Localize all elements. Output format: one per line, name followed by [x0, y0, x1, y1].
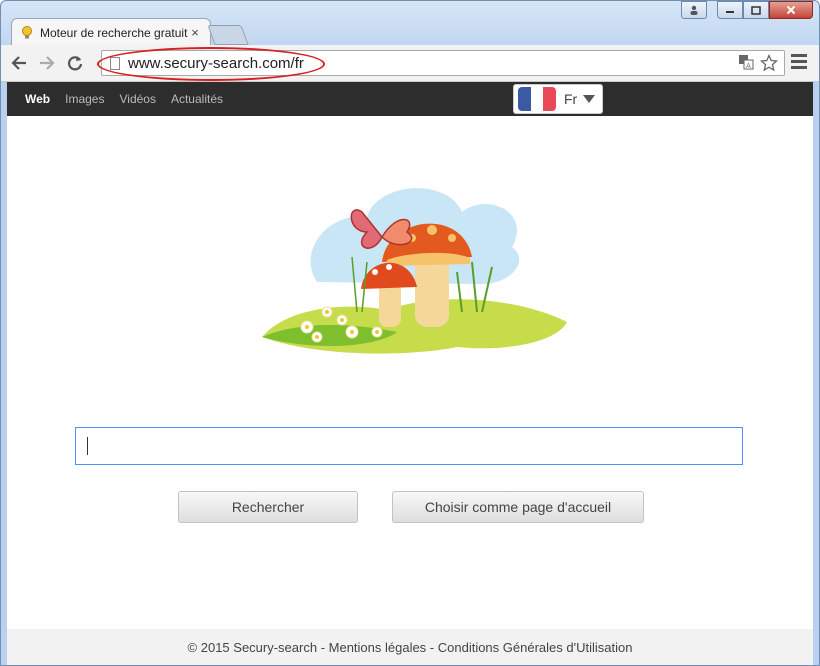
nav-link-web[interactable]: Web — [25, 92, 50, 106]
text-cursor — [87, 437, 88, 455]
maximize-button[interactable] — [743, 1, 769, 19]
page-icon — [110, 57, 120, 70]
search-input[interactable] — [75, 427, 743, 465]
lightbulb-icon — [20, 25, 34, 40]
search-field[interactable] — [76, 428, 742, 464]
window-close-button[interactable] — [769, 1, 813, 19]
bookmark-star-icon[interactable] — [759, 53, 779, 76]
french-flag-icon — [518, 87, 556, 111]
nav-link-videos[interactable]: Vidéos — [119, 92, 155, 106]
forward-arrow-icon[interactable] — [37, 53, 57, 73]
reload-icon[interactable] — [65, 53, 85, 73]
url-text[interactable]: www.secury-search.com/fr — [128, 55, 304, 72]
nav-link-news[interactable]: Actualités — [171, 92, 223, 106]
back-arrow-icon[interactable] — [9, 53, 29, 73]
menu-icon[interactable] — [791, 54, 807, 72]
minimize-button[interactable] — [717, 1, 743, 19]
search-button[interactable]: Rechercher — [178, 491, 358, 523]
mushroom-butterfly-illustration — [262, 188, 567, 354]
language-code: Fr — [564, 91, 578, 107]
browser-toolbar: www.secury-search.com/fr A — [1, 45, 819, 82]
footer-text: © 2015 Secury-search - Mentions légales … — [187, 639, 633, 655]
svg-text:A: A — [746, 62, 751, 70]
page-content: Web Images Vidéos Actualités Fr Recherch… — [7, 82, 813, 665]
set-homepage-button[interactable]: Choisir comme page d'accueil — [392, 491, 644, 523]
new-tab-button[interactable] — [207, 25, 249, 45]
address-bar[interactable]: www.secury-search.com/fr A — [101, 50, 785, 76]
browser-window: Moteur de recherche gratuit × www.secury… — [0, 0, 820, 666]
title-bar: Moteur de recherche gratuit × — [1, 1, 819, 46]
translate-icon[interactable]: A — [738, 54, 754, 76]
nav-link-images[interactable]: Images — [65, 92, 104, 106]
user-icon[interactable] — [681, 1, 707, 19]
tab-close-icon[interactable]: × — [188, 25, 202, 40]
footer: © 2015 Secury-search - Mentions légales … — [7, 629, 813, 665]
top-nav-bar: Web Images Vidéos Actualités Fr — [7, 82, 813, 116]
language-selector[interactable]: Fr — [513, 84, 603, 114]
browser-tab[interactable]: Moteur de recherche gratuit × — [11, 18, 211, 46]
tab-title: Moteur de recherche gratuit — [40, 25, 188, 40]
chevron-down-icon — [583, 95, 596, 103]
